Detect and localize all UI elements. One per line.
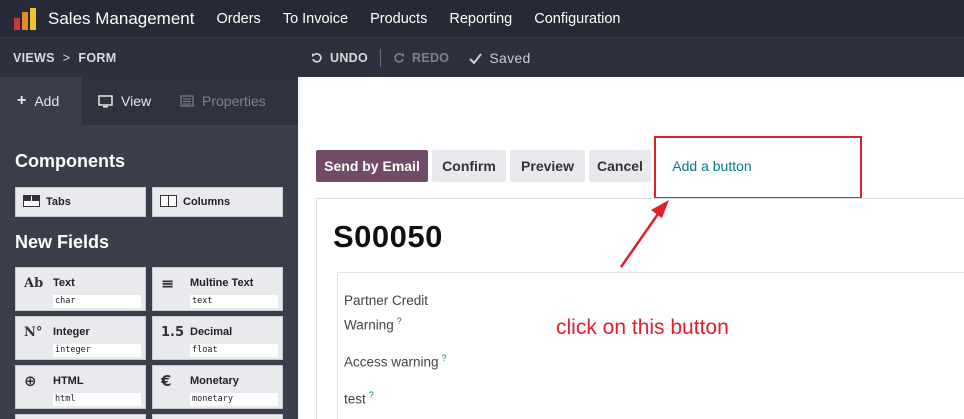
annotation-arrow-icon [619,200,669,268]
annotation-text: click on this button [556,316,729,339]
